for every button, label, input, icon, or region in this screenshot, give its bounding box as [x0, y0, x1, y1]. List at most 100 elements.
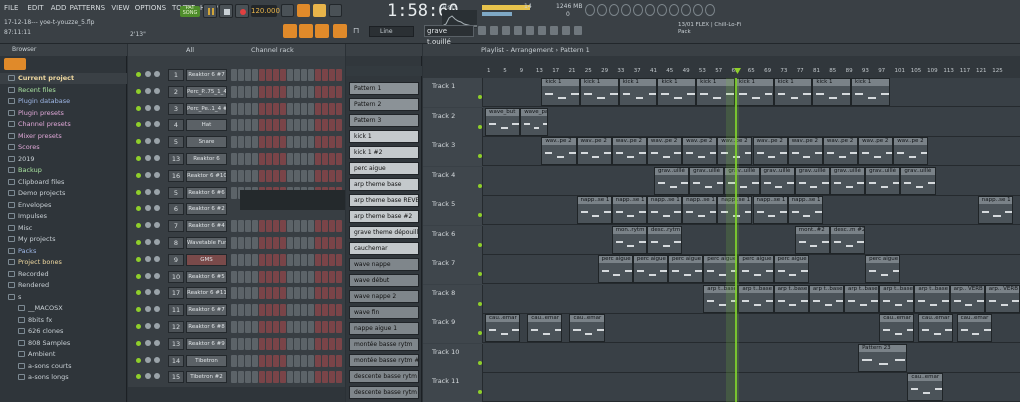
- channel-mixer-track[interactable]: 14: [168, 354, 184, 367]
- track-header[interactable]: Track 9: [423, 314, 483, 343]
- pattern-clip[interactable]: cau..emar: [879, 314, 915, 342]
- volume-knob[interactable]: [154, 373, 160, 380]
- volume-knob[interactable]: [154, 188, 160, 195]
- track-mute-led[interactable]: [478, 124, 482, 129]
- step-button[interactable]: [287, 253, 293, 266]
- browser-item[interactable]: Scores: [0, 142, 127, 153]
- channel-name-button[interactable]: Reaktor 6 #6: [186, 186, 227, 199]
- step-button[interactable]: [287, 153, 293, 165]
- pattern-clip[interactable]: cau..emar: [527, 314, 563, 342]
- step-button[interactable]: [315, 253, 321, 266]
- render-icon[interactable]: [645, 4, 655, 16]
- pattern-clip[interactable]: wav..pe 2: [822, 137, 859, 165]
- pattern-clip[interactable]: napp..se 1: [787, 196, 823, 224]
- step-button[interactable]: [252, 321, 258, 333]
- step-button[interactable]: [273, 287, 279, 300]
- step-button[interactable]: [301, 119, 307, 132]
- step-button[interactable]: [294, 337, 300, 350]
- step-button[interactable]: [280, 69, 286, 81]
- step-button[interactable]: [266, 169, 272, 182]
- step-button[interactable]: [315, 354, 321, 367]
- step-button[interactable]: [259, 354, 265, 367]
- step-button[interactable]: [280, 85, 286, 98]
- step-button[interactable]: [273, 220, 279, 233]
- step-button[interactable]: [280, 321, 286, 333]
- step-button[interactable]: [294, 287, 300, 300]
- step-button[interactable]: [336, 85, 342, 98]
- channel-mixer-track[interactable]: 6: [168, 203, 184, 216]
- metronome-icon[interactable]: [281, 4, 294, 17]
- step-button[interactable]: [266, 136, 272, 149]
- track-header[interactable]: Track 6: [423, 225, 483, 255]
- step-button[interactable]: [252, 337, 258, 350]
- step-button[interactable]: [273, 136, 279, 149]
- step-button[interactable]: [273, 337, 279, 350]
- step-button[interactable]: [308, 371, 314, 384]
- volume-knob[interactable]: [154, 272, 160, 279]
- step-button[interactable]: [259, 153, 265, 165]
- step-button[interactable]: [315, 169, 321, 182]
- pattern-clip[interactable]: wav..pe 2: [682, 137, 718, 165]
- step-button[interactable]: [322, 270, 328, 283]
- step-button[interactable]: [252, 85, 258, 98]
- step-button[interactable]: [231, 371, 237, 384]
- channel-mixer-track[interactable]: 11: [168, 304, 184, 317]
- step-button[interactable]: [280, 136, 286, 149]
- playlist-track[interactable]: Track 7 perc aigue perc aigue perc aigue per…: [423, 255, 1020, 284]
- step-button[interactable]: [322, 69, 328, 81]
- channel-filter[interactable]: All: [186, 46, 194, 54]
- browser-item[interactable]: Rendered: [0, 280, 127, 291]
- step-button[interactable]: [308, 119, 314, 132]
- pattern-clip[interactable]: wave_but: [485, 107, 521, 136]
- pattern-clip[interactable]: grav..uillé: [794, 166, 830, 195]
- step-button[interactable]: [329, 102, 335, 115]
- track-header[interactable]: Track 10: [423, 343, 483, 373]
- step-button[interactable]: [273, 153, 279, 165]
- track-header[interactable]: Track 1: [423, 78, 483, 107]
- menu-add[interactable]: ADD: [51, 4, 67, 12]
- select-icon[interactable]: [538, 26, 546, 35]
- browser-item[interactable]: Recent files: [0, 85, 127, 96]
- step-button[interactable]: [336, 287, 342, 300]
- channel-mute-led[interactable]: [136, 357, 141, 363]
- step-button[interactable]: [238, 287, 244, 300]
- step-button[interactable]: [308, 287, 314, 300]
- step-button[interactable]: [315, 304, 321, 317]
- pattern-clip[interactable]: cau..emar: [956, 314, 992, 342]
- volume-knob[interactable]: [154, 138, 160, 145]
- track-mute-led[interactable]: [478, 360, 482, 365]
- pan-knob[interactable]: [145, 171, 151, 178]
- step-button[interactable]: [329, 337, 335, 350]
- step-button[interactable]: [287, 321, 293, 333]
- step-button[interactable]: [280, 153, 286, 165]
- volume-knob[interactable]: [154, 239, 160, 245]
- step-button[interactable]: [336, 354, 342, 367]
- step-button[interactable]: [308, 69, 314, 81]
- pattern-clip[interactable]: kick 1: [657, 78, 697, 106]
- step-button[interactable]: [245, 354, 251, 367]
- playlist-track[interactable]: Track 1 kick 1 kick 1 kick 1 kick 1 kick 1 kic…: [423, 78, 1020, 107]
- step-button[interactable]: [266, 220, 272, 233]
- playlist-track[interactable]: Track 4 grav..uillé grav..uillé grav..uillé…: [423, 166, 1020, 196]
- step-button[interactable]: [329, 237, 335, 249]
- step-button[interactable]: [301, 136, 307, 149]
- step-button[interactable]: [287, 287, 293, 300]
- channel-mute-led[interactable]: [136, 88, 141, 94]
- pan-knob[interactable]: [145, 339, 151, 346]
- channel-mixer-track[interactable]: 1: [168, 69, 184, 81]
- step-button[interactable]: [308, 169, 314, 182]
- browser-item[interactable]: a-sons longs: [0, 372, 127, 383]
- browser-item[interactable]: Recorded: [0, 269, 127, 280]
- channel-mixer-track[interactable]: 2: [168, 85, 184, 98]
- step-button[interactable]: [287, 237, 293, 249]
- step-button[interactable]: [238, 169, 244, 182]
- step-button[interactable]: [245, 85, 251, 98]
- pattern-clip[interactable]: grav..uillé: [653, 166, 690, 195]
- channel-name-button[interactable]: Reaktor 6 #11: [186, 287, 227, 300]
- pattern-clip[interactable]: cau..emar: [917, 314, 954, 342]
- pattern-clip[interactable]: perc aigue: [668, 255, 704, 283]
- browser-item[interactable]: a-sons courts: [0, 361, 127, 372]
- pattern-clip[interactable]: kick 1: [773, 78, 813, 106]
- browser-item[interactable]: Packs: [0, 246, 127, 257]
- pattern-item[interactable]: kick 1 #2: [349, 146, 419, 159]
